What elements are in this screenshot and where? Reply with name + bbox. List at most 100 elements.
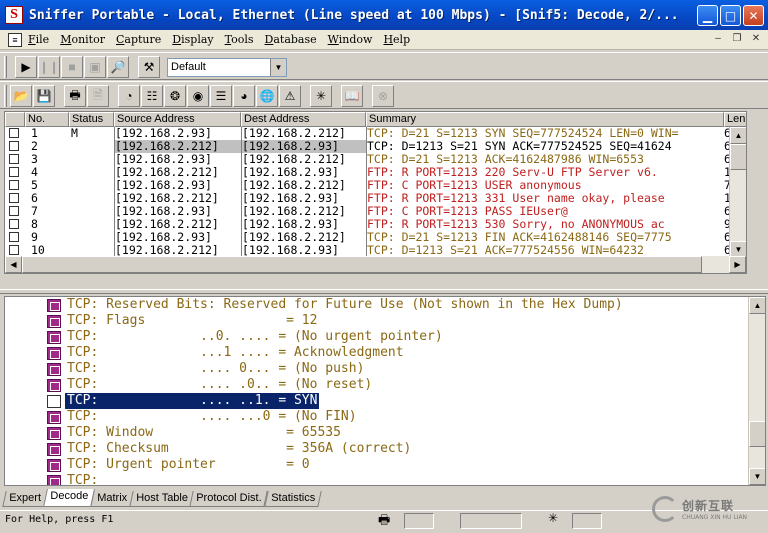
table-row[interactable]: 1 M [192.168.2.93] [192.168.2.212] TCP: D=21… — [5, 127, 746, 140]
menu-capture[interactable]: Capture — [116, 33, 161, 46]
row-checkbox[interactable] — [9, 219, 19, 229]
scroll-thumb[interactable] — [730, 144, 746, 170]
open-button[interactable]: 📂 — [10, 85, 32, 107]
define-filter-button[interactable]: ⚒ — [138, 56, 160, 78]
stop-display-button[interactable]: ▣ — [84, 56, 106, 78]
row-checkbox[interactable] — [9, 167, 19, 177]
pane-splitter[interactable] — [0, 289, 768, 294]
toolbar-grip[interactable] — [4, 85, 7, 107]
column-header-no[interactable]: No. — [25, 112, 69, 127]
menu-tools[interactable]: Tools — [225, 33, 254, 46]
table-row[interactable]: 6 [192.168.2.212] [192.168.2.93] FTP: R POR… — [5, 192, 746, 205]
display-capture-button[interactable]: 🔎 — [107, 56, 129, 78]
column-header-len[interactable]: Len — [724, 112, 746, 127]
tab-decode[interactable]: Decode — [42, 489, 95, 507]
row-checkbox[interactable] — [9, 206, 19, 216]
table-row[interactable]: 5 [192.168.2.93] [192.168.2.212] FTP: C POR… — [5, 179, 746, 192]
decode-line[interactable]: TCP: Window = 65535 — [5, 425, 765, 441]
row-checkbox[interactable] — [9, 154, 19, 164]
tab-statistics[interactable]: Statistics — [264, 491, 322, 507]
alarm-log-button[interactable]: ⚠ — [279, 85, 301, 107]
scroll-up-icon[interactable]: ▲ — [749, 297, 765, 314]
table-row[interactable]: 7 [192.168.2.93] [192.168.2.212] FTP: C POR… — [5, 205, 746, 218]
column-header-source[interactable]: Source Address — [114, 112, 241, 127]
tab-host-table[interactable]: Host Table — [128, 491, 195, 507]
row-checkbox[interactable] — [9, 180, 19, 190]
maximize-button[interactable]: □ — [720, 5, 741, 26]
table-row[interactable]: 8 [192.168.2.212] [192.168.2.93] FTP: R POR… — [5, 218, 746, 231]
row-check-cell — [5, 153, 25, 166]
column-header-summary[interactable]: Summary — [366, 112, 724, 127]
host-table-button[interactable]: ☷ — [141, 85, 163, 107]
mdi-restore-icon[interactable]: ❐ — [729, 32, 745, 46]
print-preview-button[interactable]: 🗎 — [87, 85, 109, 107]
scroll-right-icon[interactable]: ▶ — [729, 256, 746, 273]
scroll-up-icon[interactable]: ▲ — [730, 127, 746, 144]
print-button[interactable]: 🖶 — [64, 85, 86, 107]
decode-line[interactable]: TCP: .... .0.. = (No reset) — [5, 377, 765, 393]
save-button[interactable]: 💾 — [33, 85, 55, 107]
capture-profile-select[interactable]: Default ▼ — [167, 58, 287, 77]
scroll-left-icon[interactable]: ◀ — [5, 256, 22, 273]
tab-expert[interactable]: Expert — [2, 491, 48, 507]
row-checkbox[interactable] — [9, 128, 19, 138]
decode-line[interactable]: TCP: .... 0... = (No push) — [5, 361, 765, 377]
row-checkbox[interactable] — [9, 245, 19, 255]
matrix-button[interactable]: ❂ — [164, 85, 186, 107]
minimize-button[interactable]: ▁ — [697, 5, 718, 26]
decode-line[interactable]: TCP: .... ..1. = SYN — [5, 392, 765, 410]
application-response-button[interactable]: ◉ — [187, 85, 209, 107]
decode-vscrollbar[interactable]: ▲ ▼ — [748, 297, 765, 485]
document-system-icon[interactable]: ≡ — [8, 32, 22, 47]
sniffer-app-icon[interactable]: S — [5, 6, 23, 24]
title-bar[interactable]: S Sniffer Portable - Local, Ethernet (Li… — [0, 0, 768, 30]
dashboard-button[interactable]: ◔ — [118, 85, 140, 107]
decode-line[interactable]: TCP: Reserved Bits: Reserved for Future … — [5, 297, 765, 313]
decode-line[interactable]: TCP: Checksum = 356A (correct) — [5, 441, 765, 457]
table-row[interactable]: 9 [192.168.2.93] [192.168.2.212] TCP: D=21 … — [5, 231, 746, 244]
packet-list-hscrollbar[interactable]: ◀ ▶ — [5, 256, 746, 273]
cancel-button[interactable]: ⊗ — [372, 85, 394, 107]
toolbar-grip[interactable] — [4, 56, 7, 78]
menu-window[interactable]: Window — [328, 33, 373, 46]
close-button[interactable]: ✕ — [743, 5, 764, 26]
column-header-check[interactable] — [5, 112, 25, 127]
address-book-button[interactable]: 📖 — [341, 85, 363, 107]
table-row[interactable]: 2 [192.168.2.212] [192.168.2.93] TCP: D=121… — [5, 140, 746, 153]
menu-help[interactable]: Help — [383, 33, 410, 46]
tab-protocol-dist[interactable]: Protocol Dist. — [189, 491, 269, 507]
decode-line[interactable]: TCP: — [5, 473, 765, 485]
menu-monitor[interactable]: Monitor — [60, 33, 105, 46]
menu-file[interactable]: File — [28, 33, 49, 46]
row-checkbox[interactable] — [9, 141, 19, 151]
column-header-dest[interactable]: Dest Address — [241, 112, 366, 127]
column-header-status[interactable]: Status — [69, 112, 114, 127]
decode-line[interactable]: TCP: Urgent pointer = 0 — [5, 457, 765, 473]
scroll-down-icon[interactable]: ▼ — [749, 468, 765, 485]
table-row[interactable]: 4 [192.168.2.212] [192.168.2.93] FTP: R POR… — [5, 166, 746, 179]
watermark-text: 创新互联 CHUANG XIN HU LIAN — [682, 497, 747, 521]
menu-database[interactable]: Database — [265, 33, 317, 46]
menu-display[interactable]: Display — [172, 33, 213, 46]
hscroll-thumb[interactable] — [22, 256, 702, 273]
decode-line[interactable]: TCP: ..0. .... = (No urgent pointer) — [5, 329, 765, 345]
mdi-minimize-icon[interactable]: – — [710, 32, 726, 46]
packet-generator-button[interactable]: ✳ — [310, 85, 332, 107]
pause-capture-button[interactable]: ❙❙ — [38, 56, 60, 78]
decode-line[interactable]: TCP: ...1 .... = Acknowledgment — [5, 345, 765, 361]
start-capture-button[interactable]: ▶ — [15, 56, 37, 78]
history-samples-button[interactable]: ☰ — [210, 85, 232, 107]
stop-capture-button[interactable]: ■ — [61, 56, 83, 78]
global-statistics-button[interactable]: 🌐 — [256, 85, 278, 107]
tab-matrix[interactable]: Matrix — [90, 491, 134, 507]
decode-line[interactable]: TCP: Flags = 12 — [5, 313, 765, 329]
packet-list-vscrollbar[interactable]: ▲ ▼ — [729, 127, 746, 258]
chevron-down-icon[interactable]: ▼ — [270, 59, 286, 76]
row-checkbox[interactable] — [9, 193, 19, 203]
mdi-close-icon[interactable]: ✕ — [748, 32, 764, 46]
protocol-distribution-button[interactable]: ◕ — [233, 85, 255, 107]
row-checkbox[interactable] — [9, 232, 19, 242]
scroll-thumb[interactable] — [749, 421, 765, 447]
decode-line[interactable]: TCP: .... ...0 = (No FIN) — [5, 409, 765, 425]
table-row[interactable]: 3 [192.168.2.93] [192.168.2.212] TCP: D=21 … — [5, 153, 746, 166]
